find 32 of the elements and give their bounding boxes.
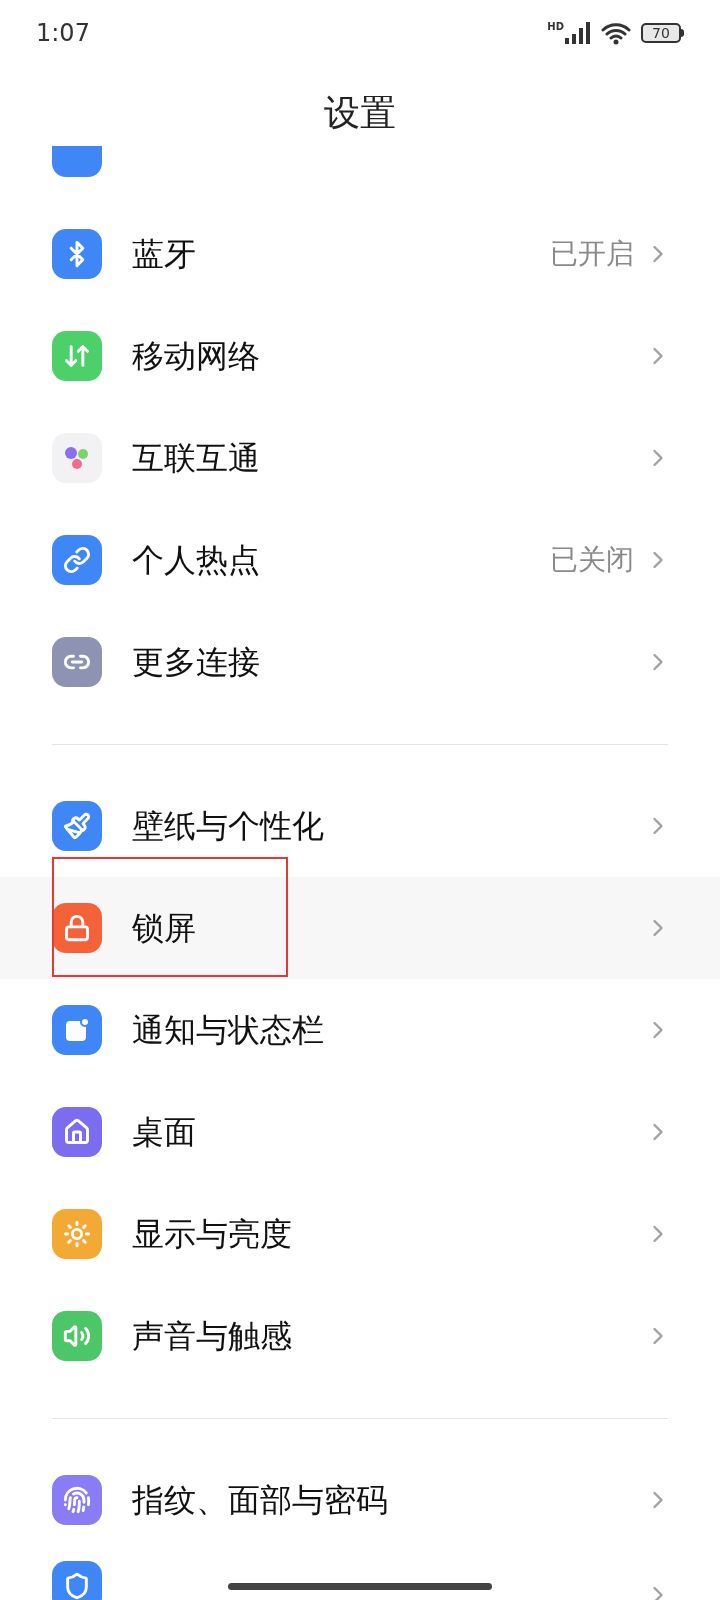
speaker-icon xyxy=(63,1322,91,1350)
network-label: HD xyxy=(547,22,564,32)
sun-icon xyxy=(63,1220,91,1248)
notification-icon xyxy=(63,1016,91,1044)
arrows-icon xyxy=(63,342,91,370)
link-icon xyxy=(63,546,91,574)
fingerprint-icon xyxy=(63,1486,91,1514)
settings-row[interactable]: 锁屏 xyxy=(0,877,720,979)
home-icon xyxy=(63,1118,91,1146)
clock: 1:07 xyxy=(36,18,90,49)
signal-icon xyxy=(565,22,591,44)
row-label: 锁屏 xyxy=(132,908,197,949)
row-label: 声音与触感 xyxy=(132,1316,293,1357)
page-title: 设置 xyxy=(324,91,396,135)
app-tile xyxy=(52,146,102,177)
lock-icon xyxy=(63,914,91,942)
row-label: 桌面 xyxy=(132,1112,197,1153)
row-label: 更多连接 xyxy=(132,642,261,683)
row-label: 通知与状态栏 xyxy=(132,1010,325,1051)
row-label: 个人热点 xyxy=(132,540,261,581)
row-label: 蓝牙 xyxy=(132,234,197,275)
row-value: 已关闭 xyxy=(550,542,634,578)
shield-icon xyxy=(63,1572,91,1600)
row-label: 互联互通 xyxy=(132,438,261,479)
wifi-icon xyxy=(601,21,631,45)
battery-indicator: 70 xyxy=(641,23,684,43)
row-label: 指纹、面部与密码 xyxy=(132,1480,389,1521)
row-label: 移动网络 xyxy=(132,336,261,377)
brush-icon xyxy=(63,812,91,840)
row-label: 壁纸与个性化 xyxy=(132,806,325,847)
row-label: 显示与亮度 xyxy=(132,1214,293,1255)
row-value: 已开启 xyxy=(550,236,634,272)
